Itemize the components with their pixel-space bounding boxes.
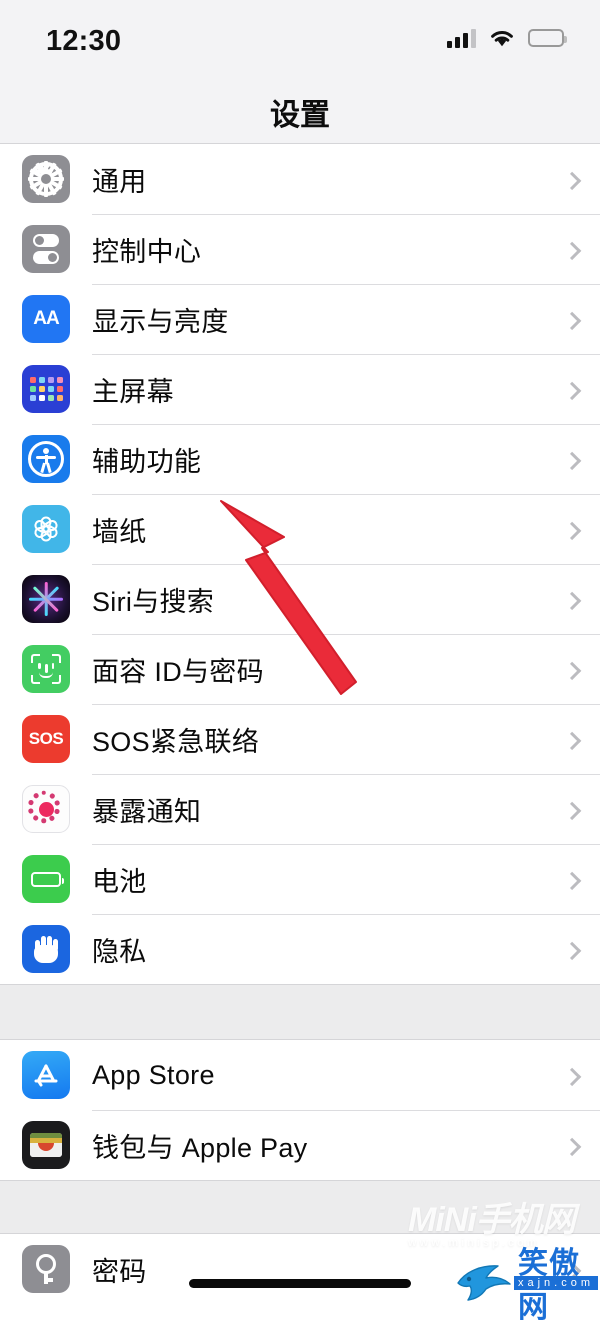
watermark-xajn-domain: xajn.com	[514, 1276, 599, 1290]
face-id-icon	[22, 645, 70, 693]
settings-row-label: SOS紧急联络	[92, 726, 260, 757]
status-bar-indicators	[447, 28, 567, 48]
chevron-right-icon	[562, 871, 582, 891]
exposure-notifications-icon	[22, 785, 70, 833]
settings-row-battery[interactable]: 电池	[0, 844, 600, 914]
wallet-icon	[22, 1121, 70, 1169]
settings-row-label: 密码	[92, 1256, 147, 1287]
chevron-right-icon	[562, 801, 582, 821]
settings-row-label: 隐私	[92, 936, 147, 967]
privacy-hand-icon	[22, 925, 70, 973]
settings-row-face-id-passcode[interactable]: 面容 ID与密码	[0, 634, 600, 704]
chevron-right-icon	[562, 731, 582, 751]
settings-row-label: 通用	[92, 166, 147, 197]
settings-row-general[interactable]: 通用	[0, 144, 600, 214]
settings-row-exposure-notifications[interactable]: 暴露通知	[0, 774, 600, 844]
emergency-sos-icon: SOS	[22, 715, 70, 763]
display-brightness-icon: AA	[22, 295, 70, 343]
settings-row-label: 钱包与 Apple Pay	[92, 1132, 308, 1163]
chevron-right-icon	[562, 451, 582, 471]
settings-row-emergency-sos[interactable]: SOS SOS紧急联络	[0, 704, 600, 774]
passwords-key-icon	[22, 1245, 70, 1293]
chevron-right-icon	[562, 171, 582, 191]
control-center-icon	[22, 225, 70, 273]
cellular-signal-icon	[447, 28, 476, 48]
chevron-right-icon	[562, 591, 582, 611]
settings-row-privacy[interactable]: 隐私	[0, 914, 600, 984]
chevron-right-icon	[562, 941, 582, 961]
settings-row-wallpaper[interactable]: 墙纸	[0, 494, 600, 564]
settings-row-label: 控制中心	[92, 236, 202, 267]
accessibility-icon	[22, 435, 70, 483]
battery-icon	[22, 855, 70, 903]
settings-row-wallet-apple-pay[interactable]: 钱包与 Apple Pay	[0, 1110, 600, 1180]
settings-row-home-screen[interactable]: 主屏幕	[0, 354, 600, 424]
settings-row-label: App Store	[92, 1059, 215, 1090]
chevron-right-icon	[562, 311, 582, 331]
settings-row-control-center[interactable]: 控制中心	[0, 214, 600, 284]
wallpaper-icon	[22, 505, 70, 553]
settings-row-accessibility[interactable]: 辅助功能	[0, 424, 600, 494]
settings-row-label: 辅助功能	[92, 446, 202, 477]
settings-row-label: Siri与搜索	[92, 586, 215, 617]
settings-group-store: App Store 钱包与 Apple Pay	[0, 1039, 600, 1181]
settings-row-label: 面容 ID与密码	[92, 656, 264, 687]
battery-full-icon	[528, 29, 567, 47]
home-screen-icon	[22, 365, 70, 413]
wifi-icon	[489, 28, 515, 48]
settings-row-label: 电池	[92, 866, 147, 897]
settings-row-display-brightness[interactable]: AA 显示与亮度	[0, 284, 600, 354]
status-bar-time: 12:30	[46, 25, 122, 57]
page-title: 设置	[270, 99, 330, 132]
settings-row-app-store[interactable]: App Store	[0, 1040, 600, 1110]
chevron-right-icon	[562, 1067, 582, 1087]
gear-icon	[22, 155, 70, 203]
app-store-icon	[22, 1051, 70, 1099]
settings-row-label: 墙纸	[92, 516, 147, 547]
settings-row-label: 显示与亮度	[92, 306, 229, 337]
settings-row-label: 暴露通知	[92, 796, 202, 827]
status-bar: 12:30	[0, 0, 600, 78]
chevron-right-icon	[562, 241, 582, 261]
watermark-xajn: 笑傲网 xajn.com	[452, 1238, 600, 1326]
shark-logo-icon	[452, 1257, 514, 1308]
navigation-bar: 设置	[0, 78, 600, 143]
settings-list[interactable]: 通用 控制中心 AA 显示与亮度 主屏幕 辅助功能 墙纸 Siri与搜索 面容 …	[0, 143, 600, 1304]
chevron-right-icon	[562, 1137, 582, 1157]
chevron-right-icon	[562, 381, 582, 401]
settings-group-system: 通用 控制中心 AA 显示与亮度 主屏幕 辅助功能 墙纸 Siri与搜索 面容 …	[0, 143, 600, 985]
chevron-right-icon	[562, 661, 582, 681]
group-separator	[0, 985, 600, 1039]
settings-row-label: 主屏幕	[92, 376, 174, 407]
siri-icon	[22, 575, 70, 623]
home-indicator-bar[interactable]	[189, 1279, 411, 1288]
iphone-settings-screen: 12:30 设置 通用 控制中心 AA 显示与亮度 主屏幕 辅助功能 墙纸 Si…	[0, 0, 600, 1324]
settings-row-siri-search[interactable]: Siri与搜索	[0, 564, 600, 634]
chevron-right-icon	[562, 521, 582, 541]
